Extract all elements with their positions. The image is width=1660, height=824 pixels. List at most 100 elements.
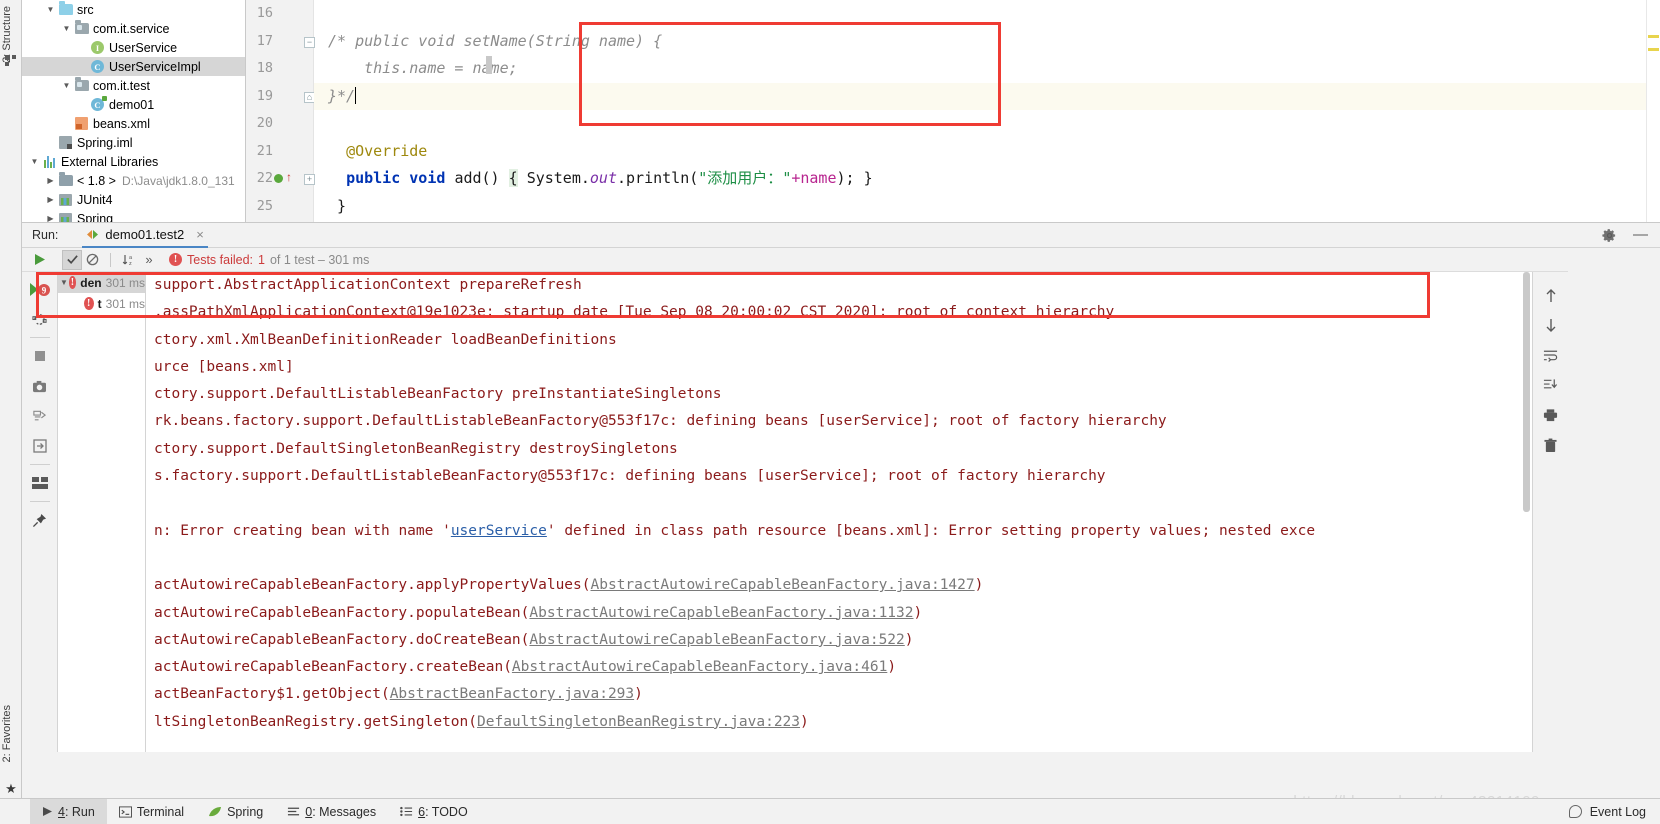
tree-item--1-8-[interactable]: ▶ < 1.8 > D:\Java\jdk1.8.0_131 [22,171,245,190]
event-log-label[interactable]: Event Log [1590,805,1646,819]
line-number: 18 [256,60,273,76]
trash-icon[interactable] [1537,430,1565,460]
test-results-tree[interactable]: ▼! den 301 ms! t 301 ms [58,272,146,752]
editor-splitter-handle[interactable] [486,56,492,74]
settings-gear-icon[interactable] [1602,228,1617,243]
tree-item-beans-xml[interactable]: ▶ beans.xml [22,114,245,133]
stack-source-link[interactable]: DefaultSingletonBeanRegistry.java:223 [477,714,800,730]
editor-gutter[interactable]: 16 17− 18 19 ⌂ 20 21 22 ↑ + 25 [246,0,315,222]
export-test-results-icon[interactable] [26,401,54,431]
pin-tab-icon[interactable] [26,505,54,535]
console-stack-line: actAutowireCapableBeanFactory.applyPrope… [146,572,1532,599]
console-stack-line: ltSingletonBeanRegistry.getSingleton(Def… [146,709,1532,736]
package-icon [73,20,90,37]
stop-icon[interactable] [26,341,54,371]
more-options-icon[interactable]: » [139,250,159,270]
console-vertical-scrollbar[interactable] [1521,272,1532,752]
console-log-line: rk.beans.factory.support.DefaultListable… [154,413,1167,430]
rail-favorites-label[interactable]: 2: Favorites [0,703,15,764]
statusbar-item-terminal[interactable]: Terminal [107,799,196,824]
tree-item-userserviceimpl[interactable]: ▶CUserServiceImpl [22,57,245,76]
tree-expand-arrow[interactable]: ▶ [44,133,57,152]
override-arrow-icon[interactable]: ↑ [286,170,292,184]
scrollbar-thumb[interactable] [1523,272,1530,512]
gutter-line-19[interactable]: 19 ⌂ [246,83,315,111]
tree-item-com-it-test[interactable]: ▼ com.it.test [22,76,245,95]
structure-icon [4,54,18,68]
run-console-output[interactable]: support.AbstractApplicationContext prepa… [146,272,1532,752]
gutter-line-16[interactable]: 16 [246,0,313,28]
run-icon[interactable] [30,250,50,270]
tree-item-label: Spring.iml [77,135,133,150]
tree-expand-arrow[interactable]: ▼ [60,19,73,38]
gutter-line-18[interactable]: 18 [246,55,313,83]
test-node-arrow[interactable]: ▼ [59,278,68,287]
gutter-line-17[interactable]: 17− [246,28,315,56]
warning-marker[interactable] [1648,48,1659,51]
tree-item-com-it-service[interactable]: ▼ com.it.service [22,19,245,38]
show-passed-check-icon[interactable] [62,249,82,270]
gutter-line-25[interactable]: 25 [246,193,313,221]
code-editor[interactable]: 16 17− 18 19 ⌂ 20 21 22 ↑ + 25 /* public void setN… [246,0,1660,222]
hide-ignored-icon[interactable] [82,250,102,270]
statusbar-item-label: 0: Messages [305,804,377,819]
editor-code-area[interactable]: /* public void setName(String name) { th… [314,0,1646,222]
tree-item-external-libraries[interactable]: ▼ External Libraries [22,152,245,171]
statusbar-item-spring[interactable]: Spring [196,799,275,824]
layout-panels-icon[interactable] [26,468,54,498]
star-icon: ★ [5,781,17,796]
editor-marker-strip[interactable] [1646,0,1660,222]
test-tree-node-den[interactable]: ▼! den 301 ms [58,272,145,293]
stack-source-link[interactable]: AbstractAutowireCapableBeanFactory.java:… [591,577,975,593]
gutter-line-21[interactable]: 21 [246,138,313,166]
close-icon[interactable]: × [196,227,204,242]
stack-source-link[interactable]: AbstractAutowireCapableBeanFactory.java:… [529,632,904,648]
tree-item-userservice[interactable]: ▶IUserService [22,38,245,57]
tree-item-spring-iml[interactable]: ▶ Spring.iml [22,133,245,152]
tree-expand-arrow[interactable]: ▶ [76,95,89,114]
run-tab-demo01-test2[interactable]: demo01.test2 × [82,222,208,248]
minimize-icon[interactable]: — [1633,227,1648,242]
statusbar-item-0-messages[interactable]: 0: Messages [275,799,388,824]
stack-source-link[interactable]: AbstractAutowireCapableBeanFactory.java:… [529,605,913,621]
rerun-tests-icon[interactable] [26,304,54,334]
breakpoint-icon[interactable] [274,174,283,183]
line-number: 25 [256,197,273,214]
tree-item-junit4[interactable]: ▶ JUnit4 [22,190,245,209]
tree-expand-arrow[interactable]: ▶ [76,38,89,57]
gutter-line-20[interactable]: 20 [246,110,313,138]
bean-name-link[interactable]: userService [451,523,547,539]
gutter-line-22[interactable]: 22 ↑ + [246,165,315,193]
arrow-up-icon[interactable] [1537,280,1565,310]
export-snapshot-camera-icon[interactable] [26,371,54,401]
tree-expand-arrow[interactable]: ▼ [28,152,41,171]
tree-item-src[interactable]: ▼ src [22,0,245,19]
statusbar-item-4-run[interactable]: 4: Run [30,798,107,824]
tree-item-demo01[interactable]: ▶Cdemo01 [22,95,245,114]
arrow-down-icon[interactable] [1537,310,1565,340]
statusbar-item-6-todo[interactable]: 6: TODO [388,799,480,824]
test-tree-node-t[interactable]: ! t 301 ms [58,293,145,314]
tree-expand-arrow[interactable]: ▶ [60,114,73,133]
warning-marker[interactable] [1648,35,1659,38]
stack-source-link[interactable]: AbstractBeanFactory.java:293 [390,686,634,702]
tree-expand-arrow[interactable]: ▶ [76,57,89,76]
tree-item-spring[interactable]: ▶ Spring [22,209,245,222]
tree-expand-arrow[interactable]: ▼ [44,0,57,19]
stack-source-link[interactable]: AbstractAutowireCapableBeanFactory.java:… [512,659,887,675]
tree-expand-arrow[interactable]: ▶ [44,190,57,209]
class-close-brace: } [337,196,347,215]
tree-expand-arrow[interactable]: ▶ [44,171,57,190]
soft-wrap-icon[interactable] [1537,340,1565,370]
scroll-to-end-icon[interactable] [1537,370,1565,400]
tree-expand-arrow[interactable]: ▶ [44,209,57,222]
tree-expand-arrow[interactable]: ▼ [60,76,73,95]
line-number: 19 [256,87,273,104]
print-icon[interactable] [1537,400,1565,430]
project-tree[interactable]: ▼src▼com.it.service▶IUserService▶CUserSe… [22,0,246,222]
console-log-line: ctory.support.DefaultListableBeanFactory… [154,386,722,403]
sort-alphabetically-icon[interactable]: az [119,250,139,270]
import-test-results-icon[interactable] [26,431,54,461]
outer-panel-filler [1568,248,1660,752]
rerun-failed-tests-icon[interactable]: 9 [26,274,54,304]
